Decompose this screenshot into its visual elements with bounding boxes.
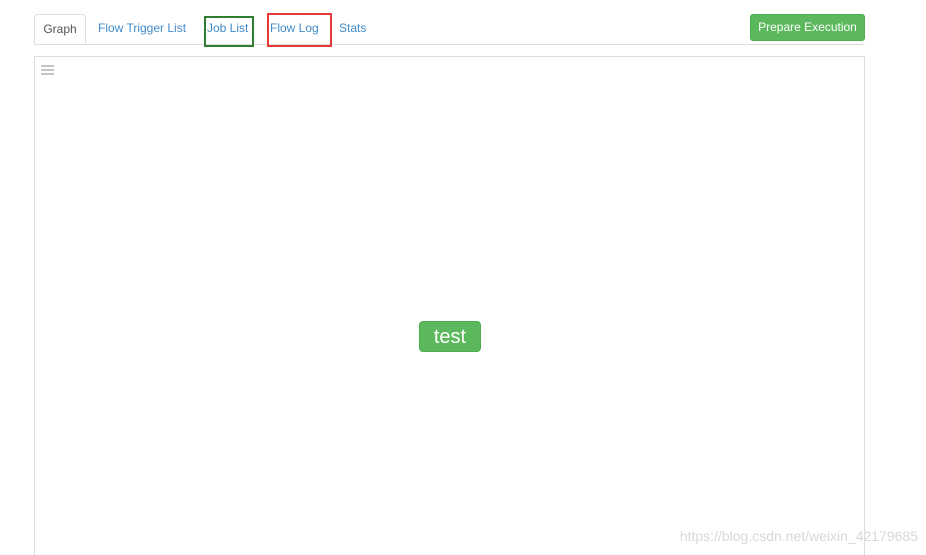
list-icon[interactable] xyxy=(41,65,54,76)
tab-flow-trigger-list[interactable]: Flow Trigger List xyxy=(98,14,186,43)
prepare-execution-button[interactable]: Prepare Execution xyxy=(750,14,865,41)
tab-stats[interactable]: Stats xyxy=(339,14,366,43)
watermark: https://blog.csdn.net/weixin_42179685 xyxy=(679,528,918,544)
tab-flow-log[interactable]: Flow Log xyxy=(270,14,319,43)
flow-tabs: Graph Flow Trigger List Job List Flow Lo… xyxy=(34,14,864,45)
graph-node-test[interactable]: test xyxy=(419,321,481,352)
tab-job-list[interactable]: Job List xyxy=(207,14,248,43)
graph-panel: test xyxy=(34,56,865,555)
flow-page: Graph Flow Trigger List Job List Flow Lo… xyxy=(0,0,926,555)
tab-graph[interactable]: Graph xyxy=(34,14,86,44)
